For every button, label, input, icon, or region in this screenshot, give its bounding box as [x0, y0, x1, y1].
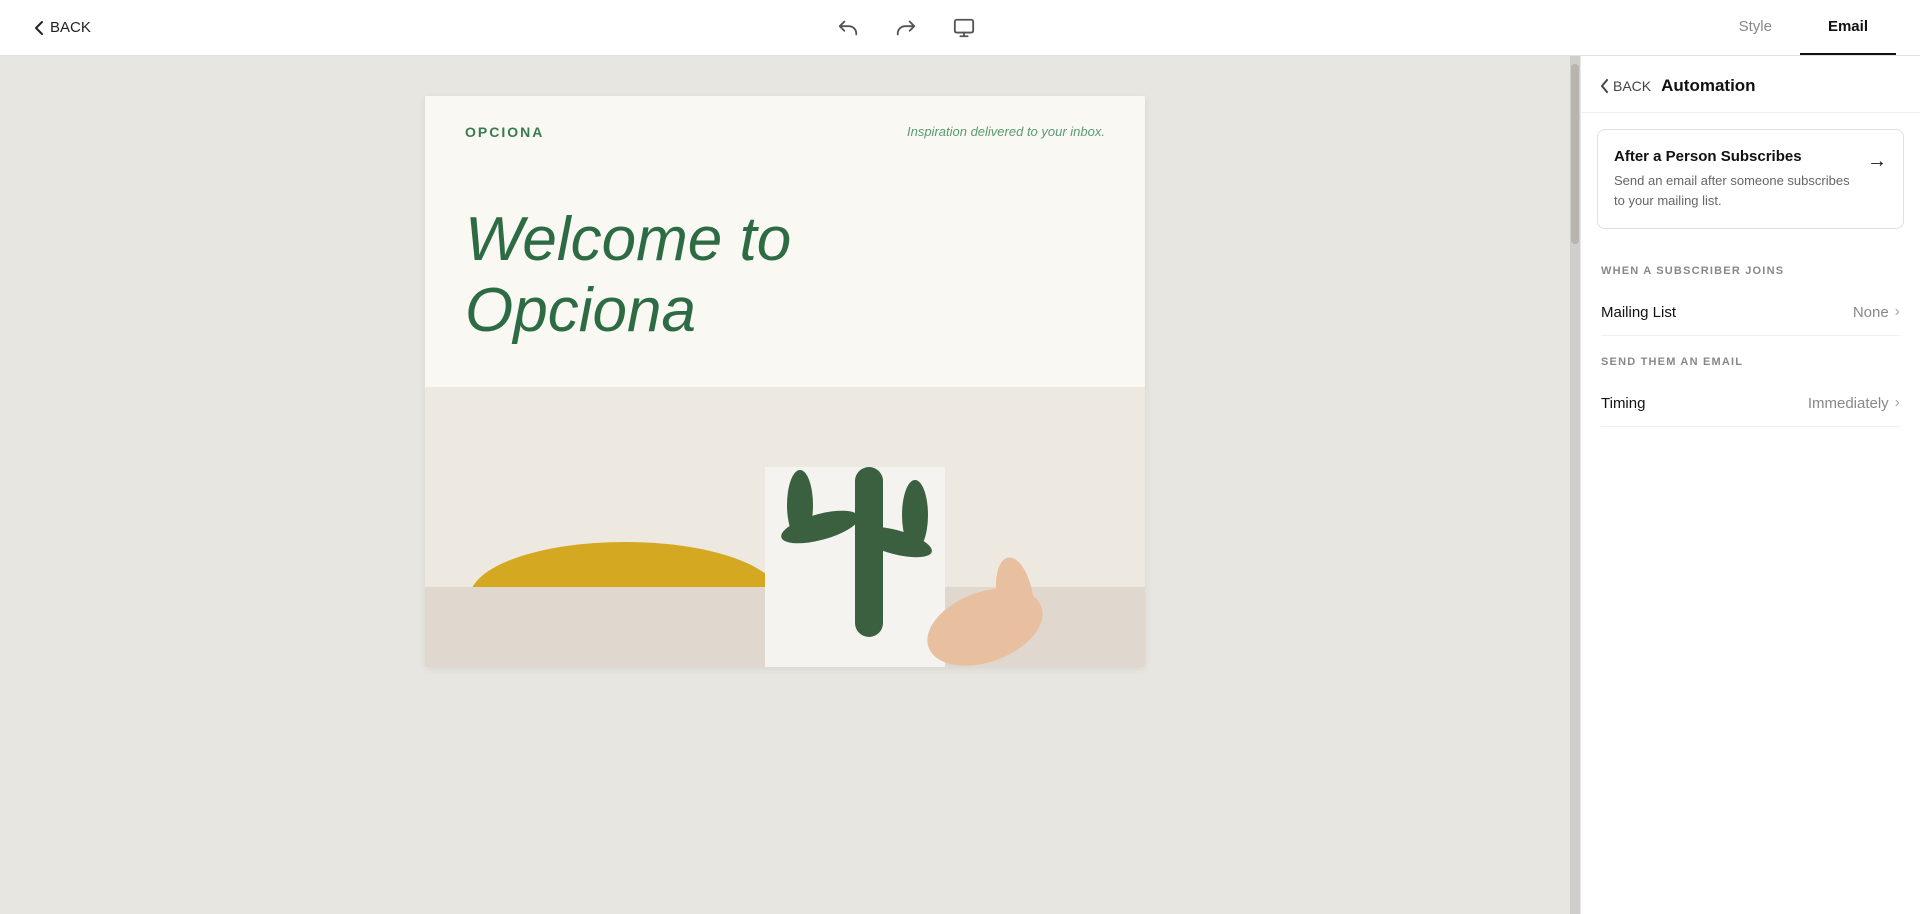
email-image-placeholder: [425, 387, 1145, 667]
mailing-list-chevron-icon: ›: [1895, 303, 1900, 321]
tab-style[interactable]: Style: [1711, 0, 1800, 55]
timing-value: Immediately ›: [1808, 394, 1900, 412]
mailing-list-value: None ›: [1853, 303, 1900, 321]
send-email-label: SEND THEM AN EMAIL: [1601, 356, 1900, 368]
preview-area: OPCIONA Inspiration delivered to your in…: [0, 56, 1570, 914]
automation-card-title: After a Person Subscribes: [1614, 148, 1855, 165]
back-button[interactable]: BACK: [24, 13, 101, 42]
headline-line2: Opciona: [465, 276, 696, 345]
email-hero: Welcome to Opciona: [425, 164, 1145, 387]
email-title: Welcome to Opciona: [465, 204, 1105, 347]
panel-back-button[interactable]: BACK: [1601, 78, 1651, 94]
send-email-section: SEND THEM AN EMAIL Timing Immediately ›: [1581, 336, 1920, 427]
panel-back-label: BACK: [1613, 78, 1651, 94]
subscriber-joins-label: WHEN A SUBSCRIBER JOINS: [1601, 265, 1900, 277]
undo-button[interactable]: [829, 9, 867, 47]
main-content: OPCIONA Inspiration delivered to your in…: [0, 56, 1920, 914]
email-header: OPCIONA Inspiration delivered to your in…: [425, 96, 1145, 164]
redo-icon: [895, 17, 917, 39]
email-tagline: Inspiration delivered to your inbox.: [907, 124, 1105, 139]
scrollbar-thumb[interactable]: [1571, 64, 1579, 244]
toolbar-left: BACK: [24, 13, 101, 42]
timing-value-text: Immediately: [1808, 395, 1889, 412]
scrollbar-track[interactable]: [1570, 56, 1580, 914]
chevron-left-icon: [34, 20, 44, 36]
desktop-view-button[interactable]: [945, 9, 983, 47]
email-scene-illustration: [425, 387, 1145, 667]
email-logo: OPCIONA: [465, 124, 544, 140]
panel-back-chevron-icon: [1601, 79, 1609, 93]
toolbar-center: [829, 9, 983, 47]
automation-card-content: After a Person Subscribes Send an email …: [1614, 148, 1855, 210]
automation-card[interactable]: After a Person Subscribes Send an email …: [1597, 129, 1904, 229]
tab-email[interactable]: Email: [1800, 0, 1896, 55]
desktop-icon: [953, 17, 975, 39]
mailing-list-label: Mailing List: [1601, 304, 1676, 321]
undo-icon: [837, 17, 859, 39]
automation-card-description: Send an email after someone subscribes t…: [1614, 171, 1855, 210]
panel-back-row: BACK Automation: [1581, 56, 1920, 113]
timing-row[interactable]: Timing Immediately ›: [1601, 380, 1900, 427]
panel-section-title: Automation: [1661, 76, 1755, 96]
right-panel: BACK Automation After a Person Subscribe…: [1580, 56, 1920, 914]
timing-label: Timing: [1601, 395, 1645, 412]
email-preview: OPCIONA Inspiration delivered to your in…: [425, 96, 1145, 667]
toolbar: BACK Style Email: [0, 0, 1920, 56]
toolbar-tabs: Style Email: [1711, 0, 1896, 55]
automation-card-arrow-icon: →: [1867, 150, 1887, 173]
redo-button[interactable]: [887, 9, 925, 47]
back-label: BACK: [50, 19, 91, 36]
mailing-list-row[interactable]: Mailing List None ›: [1601, 289, 1900, 336]
timing-chevron-icon: ›: [1895, 394, 1900, 412]
subscriber-joins-section: WHEN A SUBSCRIBER JOINS Mailing List Non…: [1581, 245, 1920, 336]
mailing-list-value-text: None: [1853, 304, 1889, 321]
headline-line1: Welcome to: [465, 205, 791, 274]
